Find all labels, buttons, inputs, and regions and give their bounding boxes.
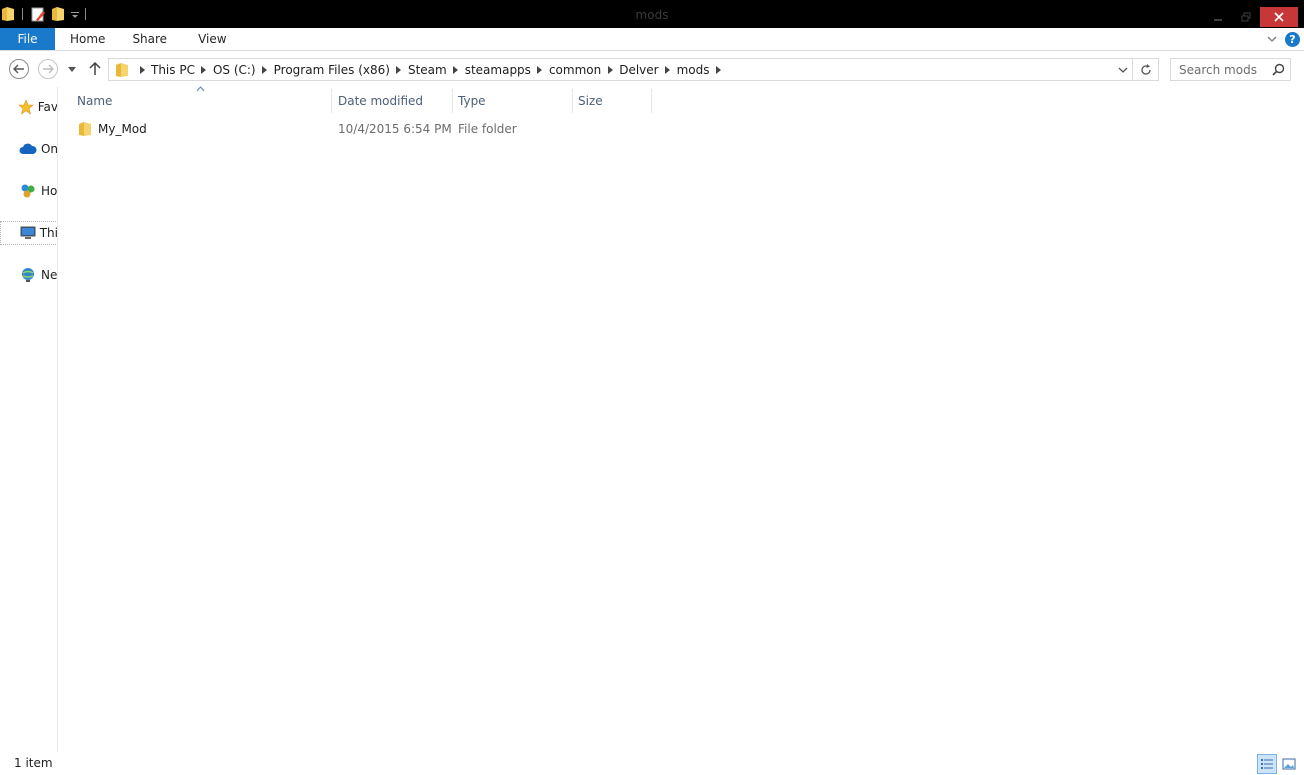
title-bar: mods [0,0,1304,28]
tab-file[interactable]: File [0,28,55,50]
help-icon[interactable]: ? [1285,32,1300,47]
network-icon [17,267,39,283]
computer-icon [18,226,38,240]
breadcrumb-os-c[interactable]: OS (C:) [213,59,256,80]
column-header-date-modified[interactable]: Date modified [332,89,452,113]
nav-item-label: Ho [41,184,58,198]
restore-button[interactable] [1232,7,1260,27]
nav-item-label: Ne [41,268,58,282]
breadcrumb-chevron-icon[interactable] [390,65,408,74]
minimize-button[interactable] [1204,7,1232,27]
details-view-icon [1261,759,1273,769]
chevron-down-icon [1118,67,1128,73]
breadcrumb-delver[interactable]: Delver [619,59,658,80]
ribbon-tabs: File Home Share View ? [0,28,1304,51]
expand-ribbon-icon[interactable] [1267,36,1277,43]
minimize-icon [1214,19,1222,21]
nav-item-onedrive[interactable]: On [0,137,58,161]
up-button[interactable] [86,60,104,78]
cloud-icon [17,143,39,155]
window-controls [1204,0,1304,28]
close-button[interactable] [1260,7,1298,27]
refresh-icon [1140,63,1151,75]
file-row[interactable]: My_Mod 10/4/2015 6:54 PM File folder [75,118,653,140]
breadcrumb-chevron-icon[interactable] [659,65,677,74]
forward-button[interactable] [38,59,58,79]
refresh-button[interactable] [1133,58,1159,81]
window-title: mods [635,8,669,22]
nav-item-homegroup[interactable]: Ho [0,179,58,203]
breadcrumb-steamapps[interactable]: steamapps [465,59,531,80]
breadcrumb-mods[interactable]: mods [677,59,710,80]
breadcrumb-chevron-icon[interactable] [133,65,151,74]
nav-item-label: On [40,142,58,156]
file-name[interactable]: My_Mod [98,118,147,140]
column-header-type[interactable]: Type [452,89,572,113]
address-row: This PC OS (C:) Program Files (x86) Stea… [0,51,1304,87]
close-icon [1274,12,1284,22]
address-history-dropdown[interactable] [1114,59,1132,80]
breadcrumb-chevron-icon[interactable] [601,65,619,74]
nav-item-this-pc[interactable]: Thi [0,221,58,245]
up-arrow-icon [89,62,101,75]
ribbon-right-controls: ? [1267,28,1304,51]
homegroup-icon [17,183,39,199]
tab-view[interactable]: View [180,28,239,50]
file-type: File folder [458,122,517,136]
breadcrumb-steam[interactable]: Steam [408,59,447,80]
chevron-down-icon [68,66,76,72]
breadcrumb-common[interactable]: common [549,59,601,80]
nav-item-network[interactable]: Ne [0,263,58,287]
folder-icon [78,121,92,137]
breadcrumb-chevron-icon[interactable] [256,65,274,74]
address-folder-icon [111,62,133,78]
column-header-name[interactable]: Name [71,89,331,113]
nav-item-favorites[interactable]: Fav [0,95,58,119]
breadcrumb-program-files[interactable]: Program Files (x86) [274,59,390,80]
breadcrumb-chevron-icon[interactable] [531,65,549,74]
details-view-button[interactable] [1257,754,1277,774]
large-icons-view-button[interactable] [1279,754,1299,774]
star-icon [17,99,36,115]
breadcrumb-chevron-icon[interactable] [195,65,213,74]
search-input[interactable]: Search mods [1179,63,1257,77]
search-icon[interactable] [1272,63,1285,79]
large-icons-view-icon [1282,758,1296,770]
restore-icon [1241,12,1251,22]
forward-arrow-icon [43,64,54,74]
file-date-modified: 10/4/2015 6:54 PM [338,122,452,136]
back-button[interactable] [9,59,29,79]
nav-item-label: Fav [37,100,58,114]
address-bar[interactable]: This PC OS (C:) Program Files (x86) Stea… [108,58,1133,81]
nav-item-label: Thi [39,226,58,240]
breadcrumb-chevron-icon[interactable] [447,65,465,74]
search-box[interactable]: Search mods [1170,58,1291,81]
item-count: 1 item [14,756,53,770]
recent-locations-button[interactable] [66,60,78,78]
tab-share[interactable]: Share [118,28,180,50]
breadcrumb-this-pc[interactable]: This PC [151,59,195,80]
navigation-pane: Fav On Ho Thi Ne [0,87,58,752]
back-arrow-icon [13,64,24,74]
column-header-size[interactable]: Size [572,89,652,113]
status-bar: 1 item [0,752,1304,775]
breadcrumb-chevron-icon[interactable] [709,65,727,74]
column-divider[interactable] [651,89,652,113]
tab-home[interactable]: Home [55,28,118,50]
